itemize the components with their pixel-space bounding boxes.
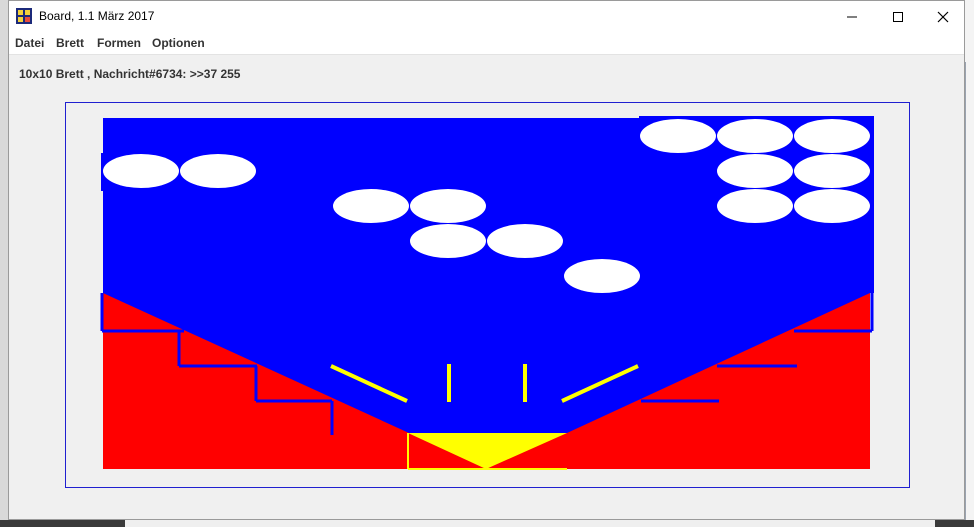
ball[interactable]: [410, 189, 486, 223]
ball[interactable]: [717, 154, 793, 188]
board-canvas[interactable]: [9, 1, 966, 521]
ball[interactable]: [717, 119, 793, 153]
ball[interactable]: [103, 154, 179, 188]
background-window-bottom: [125, 520, 935, 527]
ball[interactable]: [794, 119, 870, 153]
ball[interactable]: [717, 189, 793, 223]
ball[interactable]: [640, 119, 716, 153]
ball[interactable]: [487, 224, 563, 258]
ball[interactable]: [794, 154, 870, 188]
app-window: Board, 1.1 März 2017 Datei Brett Formen …: [8, 0, 965, 520]
ball[interactable]: [180, 154, 256, 188]
background-window-edge: [965, 0, 974, 527]
background-divider: [965, 62, 966, 527]
taskbar-edge: [0, 520, 974, 527]
ball[interactable]: [333, 189, 409, 223]
ball[interactable]: [564, 259, 640, 293]
ball[interactable]: [410, 224, 486, 258]
ball[interactable]: [794, 189, 870, 223]
